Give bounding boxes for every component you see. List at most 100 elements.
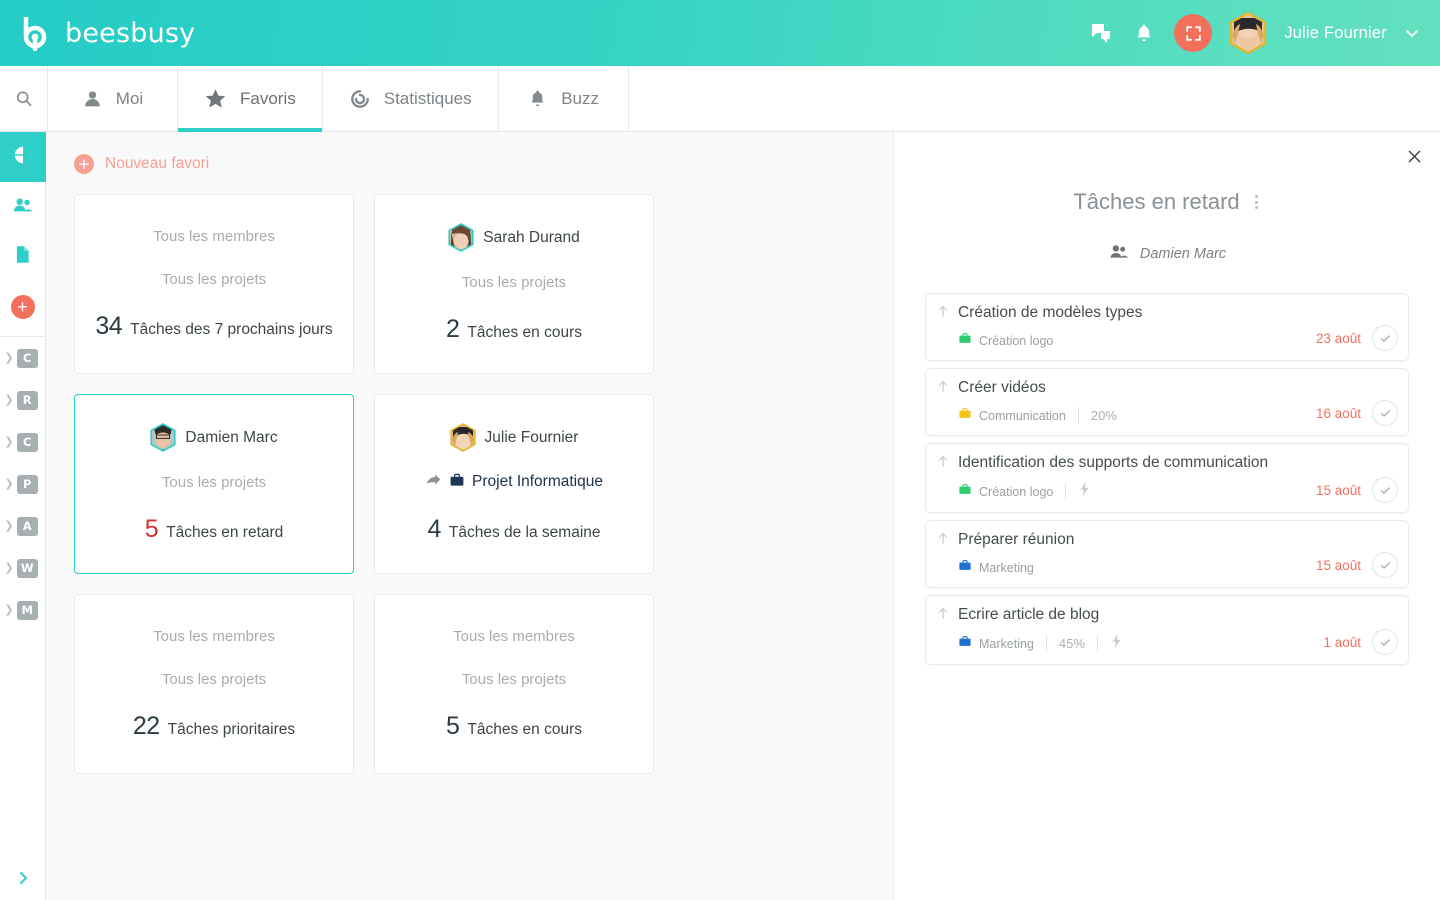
card-member-label: Julie Fournier [484,428,579,446]
sidebar-project-w[interactable]: ❯ W [0,547,46,589]
card-count: 34 [95,312,123,340]
card-count: 22 [132,712,160,740]
project-badge-letter: A [16,516,38,536]
bell-icon[interactable] [1131,20,1157,46]
task-actions: 15 août [1316,552,1398,578]
card-count-row: 34 Tâches des 7 prochains jours [95,312,332,341]
task-project-label: Marketing [979,560,1034,575]
task-detail-panel: Tâches en retard Damien Marc Création de… [893,132,1440,900]
brand-logo-group[interactable]: beesbusy [22,15,195,52]
arrow-up-icon[interactable] [936,605,950,626]
svg-text:?: ? [1096,24,1100,33]
favorite-card[interactable]: Tous les membres Tous les projets 5 Tâch… [374,594,654,774]
project-badge-letter: C [16,432,38,452]
task-project-label: Création logo [979,484,1054,499]
project-badge-letter: P [16,474,38,494]
task-due-date: 15 août [1315,557,1361,573]
card-project-label: Projet Informatique [472,473,603,490]
sidebar-item-documents[interactable] [0,232,46,282]
favorite-card[interactable]: Tous les membres Tous les projets 22 Tâc… [74,594,354,774]
task-complete-button[interactable] [1372,400,1398,426]
left-icon-rail: + ❯ C ❯ R ❯ C ❯ P ❯ A ❯ W ❯ M [0,132,46,900]
card-member-row: Sarah Durand [448,223,580,252]
card-count-label: Tâches des 7 prochains jours [130,321,333,338]
tab-buzz[interactable]: Buzz [499,66,629,131]
task-actions: 23 août [1316,325,1398,351]
favorite-card[interactable]: Julie Fournier Projet Informatique 4 Tâc… [374,394,654,574]
task-row[interactable]: Créer vidéos Communication 20% 16 août [925,368,1409,436]
briefcase-icon [958,634,972,653]
task-row[interactable]: Préparer réunion Marketing 15 août [925,520,1409,588]
sidebar-item-dashboard[interactable] [0,132,46,182]
avatar [449,423,476,452]
tab-moi[interactable]: Moi [48,66,178,131]
fullscreen-button[interactable] [1174,14,1213,52]
task-row[interactable]: Ecrire article de blog Marketing 45% 1 a… [925,595,1409,665]
avatar[interactable] [1229,11,1267,55]
plus-circle-icon: + [74,154,94,174]
arrow-up-icon[interactable] [936,453,950,474]
task-project-chip: Marketing [958,558,1034,577]
card-count-row: 5 Tâches en cours [446,712,582,741]
help-chat-icon[interactable]: ? [1088,20,1114,46]
task-complete-button[interactable] [1372,629,1398,655]
task-row[interactable]: Identification des supports de communica… [925,443,1409,513]
card-count-label: Tâches en cours [467,721,582,738]
sidebar-project-c2[interactable]: ❯ C [0,421,46,463]
task-actions: 1 août [1323,629,1398,655]
sidebar-project-m[interactable]: ❯ M [0,589,46,631]
task-actions: 16 août [1316,400,1398,426]
sidebar-project-p[interactable]: ❯ P [0,463,46,505]
close-icon[interactable] [1400,142,1428,170]
more-vertical-icon[interactable] [1252,192,1261,212]
arrow-up-icon[interactable] [936,530,950,551]
new-favorite-button[interactable]: + Nouveau favori [74,154,209,174]
favorite-card[interactable]: Sarah Durand Tous les projets 2 Tâches e… [374,194,654,374]
card-count-label: Tâches en cours [467,324,582,341]
chevron-down-icon[interactable] [1404,25,1420,41]
card-count-row: 2 Tâches en cours [446,315,582,344]
sidebar-item-members[interactable] [0,182,46,232]
task-row[interactable]: Création de modèles types Création logo … [925,293,1409,361]
search-icon[interactable] [0,66,48,131]
sidebar-expand-button[interactable] [0,870,46,886]
card-count-label: Tâches de la semaine [448,524,601,541]
task-project-chip: Marketing [958,634,1034,653]
card-count: 5 [446,712,460,740]
task-complete-button[interactable] [1372,325,1398,351]
project-badge-letter: W [16,558,38,578]
card-count-row: 4 Tâches de la semaine [427,515,600,544]
task-title: Ecrire article de blog [958,606,1100,623]
favorite-card[interactable]: Tous les membres Tous les projets 34 Tâc… [74,194,354,374]
sidebar-item-add[interactable]: + [0,282,46,332]
top-header-bar: beesbusy ? Julie Fournier [0,0,1440,66]
meta-divider [1077,407,1079,424]
sidebar-project-r[interactable]: ❯ R [0,379,46,421]
main-nav-tabs: Moi Favoris Statistiques Buzz [0,66,1440,132]
star-icon [204,87,227,110]
task-complete-button[interactable] [1372,552,1398,578]
task-complete-button[interactable] [1372,477,1398,503]
favorite-card-selected[interactable]: Damien Marc Tous les projets 5 Tâches en… [74,394,354,574]
briefcase-icon [958,558,972,577]
card-member-row: Tous les membres [153,223,275,249]
card-project-label: Tous les projets [461,273,567,291]
tab-statistiques[interactable]: Statistiques [323,66,499,131]
arrow-up-icon[interactable] [936,378,950,399]
project-badge-letter: C [16,348,38,368]
tab-label: Statistiques [383,88,472,108]
card-project-label: Tous les projets [161,270,267,288]
task-title: Identification des supports de communica… [958,454,1269,471]
task-title-row: Ecrire article de blog [936,605,1398,626]
tab-favoris[interactable]: Favoris [178,66,323,132]
arrow-up-icon[interactable] [936,303,950,324]
task-due-date: 1 août [1323,634,1361,650]
sidebar-project-a[interactable]: ❯ A [0,505,46,547]
card-member-label: Tous les membres [453,627,575,645]
task-due-date: 23 août [1315,330,1361,346]
task-project-label: Création logo [979,333,1054,348]
card-project-row: Tous les projets [462,668,566,690]
card-project-row: Tous les projets [462,271,566,293]
project-badge-letter: R [16,390,38,410]
sidebar-project-c1[interactable]: ❯ C [0,337,46,379]
